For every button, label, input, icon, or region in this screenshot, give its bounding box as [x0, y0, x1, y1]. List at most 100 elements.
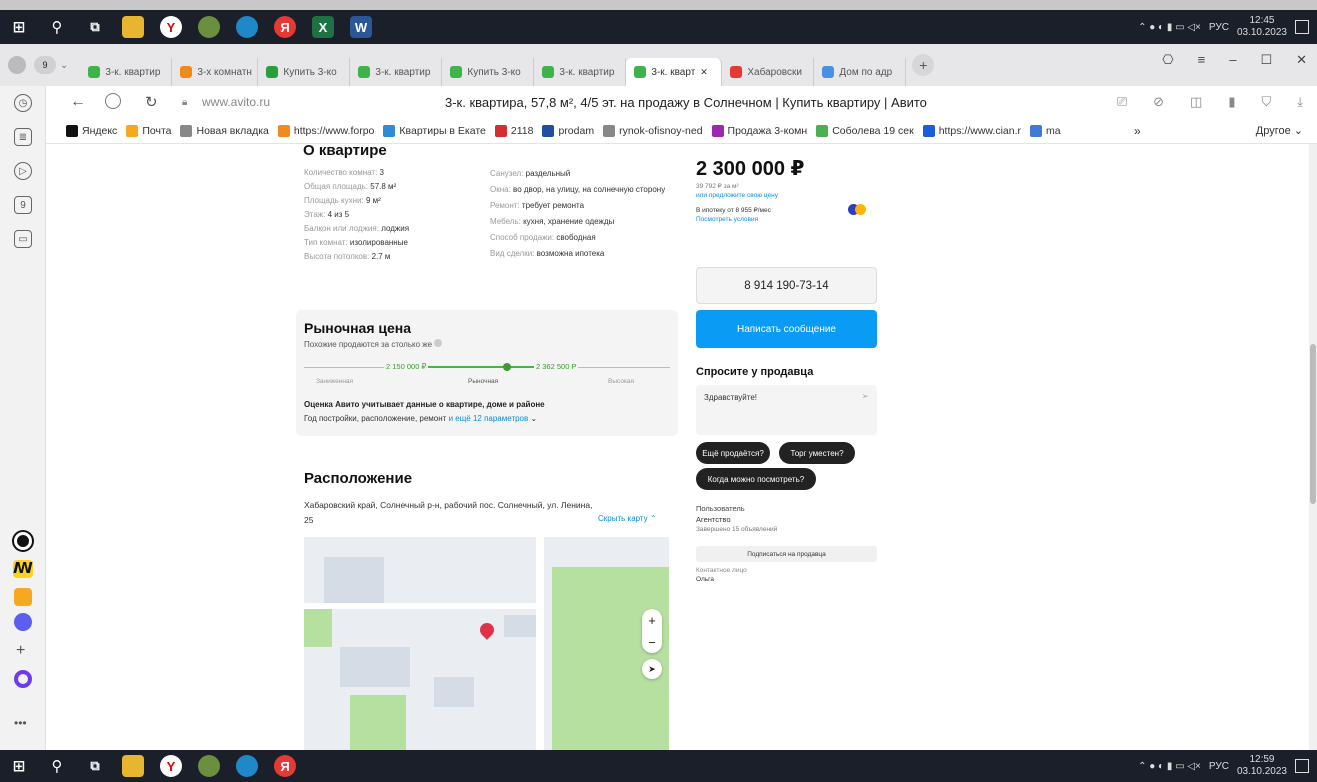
bookmark-item[interactable]: 2118	[494, 124, 533, 137]
bookmark-item[interactable]: Продажа 3-комн	[711, 124, 807, 137]
zoom-in-button[interactable]: +	[648, 613, 656, 628]
protect-icon[interactable]: ⛉	[1261, 94, 1271, 110]
bookmark-item[interactable]: Почта	[126, 124, 171, 137]
scrollbar-thumb[interactable]	[1310, 344, 1316, 504]
close-tab-icon[interactable]: ✕	[700, 67, 708, 78]
bookmarks-more-button[interactable]: »	[1134, 124, 1141, 138]
propose-price-link[interactable]: или предложите свою цену	[696, 192, 778, 199]
paint-icon[interactable]	[198, 16, 220, 38]
bookmark-item[interactable]: Соболева 19 сек	[816, 124, 914, 137]
tab-8[interactable]: Дом по адр	[814, 58, 907, 86]
input-language[interactable]: РУС	[1209, 761, 1229, 772]
windows-start-icon[interactable]: ⊞	[8, 16, 30, 38]
windows-start-icon[interactable]: ⊞	[8, 755, 30, 777]
bookmarks-other-folder[interactable]: Другое ⌄	[1256, 124, 1303, 137]
mortgage-calc-link[interactable]: Посмотреть условия	[696, 216, 758, 223]
maximize-icon[interactable]: ☐	[1260, 52, 1272, 68]
translate-icon[interactable]: ⊘	[1153, 94, 1164, 110]
bookmark-item[interactable]: ma	[1030, 124, 1061, 137]
yandex-browser-icon[interactable]: Y	[160, 16, 182, 38]
yandex-protect-icon[interactable]	[105, 93, 121, 109]
search-icon[interactable]: ⚲	[46, 755, 68, 777]
tab-counter[interactable]: 9	[34, 56, 56, 74]
profile-icon[interactable]	[8, 56, 26, 74]
sidebar-add-icon[interactable]: +	[16, 642, 25, 660]
tab-7[interactable]: Хабаровски	[722, 58, 815, 86]
hide-map-link[interactable]: Скрыть карту ⌃	[598, 514, 657, 523]
tab-2[interactable]: Купить 3-ко	[258, 58, 351, 86]
task-view-icon[interactable]: ⧉	[84, 755, 106, 777]
counter-icon[interactable]: 9	[14, 196, 32, 214]
tab-0[interactable]: 3-к. квартир	[80, 58, 173, 86]
tab-6[interactable]: 3-к. кварт ✕	[626, 58, 723, 86]
bookmark-item[interactable]: https://www.forpo	[277, 124, 374, 137]
file-explorer-icon[interactable]	[122, 755, 144, 777]
bookmark-item[interactable]: Яндекс	[66, 124, 117, 137]
clock[interactable]: 12:59 03.10.2023	[1237, 754, 1287, 778]
seller-name[interactable]: Агентство	[696, 515, 731, 524]
sidebar-messenger-icon[interactable]	[14, 613, 32, 631]
tray-icons[interactable]: ⌃ ● ◐ ▮ ▭ ◁×	[1138, 761, 1201, 772]
tab-1[interactable]: 3-х комнатн	[172, 58, 259, 86]
task-view-icon[interactable]: ⧉	[84, 16, 106, 38]
chip-bargain[interactable]: Торг уместен?	[779, 442, 855, 464]
ask-message-input[interactable]: Здравствуйте! ➢	[696, 385, 877, 435]
chip-still-selling[interactable]: Ещё продаётся?	[696, 442, 770, 464]
minimize-icon[interactable]: –	[1229, 52, 1236, 68]
back-icon[interactable]: ←	[70, 93, 86, 111]
phone-button[interactable]: 8 914 190-73-14	[696, 267, 877, 304]
play-icon[interactable]: ▷	[14, 162, 32, 180]
chip-when-view[interactable]: Когда можно посмотреть?	[696, 468, 816, 490]
history-icon[interactable]: ◷	[14, 94, 32, 112]
sidebar-more-icon[interactable]: •••	[14, 716, 27, 730]
tab-3[interactable]: 3-к. квартир	[350, 58, 443, 86]
sidebar-alice-icon[interactable]	[14, 670, 32, 688]
bookmark-item[interactable]: https://www.cian.r	[922, 124, 1021, 137]
yandex-icon[interactable]: Я	[274, 16, 296, 38]
sidebar-market-icon[interactable]: ꟿ	[13, 560, 33, 578]
map-pin-icon[interactable]	[477, 620, 497, 640]
send-icon[interactable]: ➢	[861, 391, 869, 402]
word-icon[interactable]: W	[350, 16, 372, 38]
write-message-button[interactable]: Написать сообщение	[696, 310, 877, 348]
tabs-dropdown-icon[interactable]: ⌄	[60, 60, 68, 71]
tab-5[interactable]: 3-к. квартир	[534, 58, 627, 86]
search-icon[interactable]: ⚲	[46, 16, 68, 38]
notifications-icon[interactable]	[1295, 20, 1309, 34]
sidebar-mail-icon[interactable]	[14, 588, 32, 606]
bookmark-item[interactable]: Новая вкладка	[180, 124, 269, 137]
bookmark-icon[interactable]: ▮	[1228, 94, 1235, 110]
tray-icons[interactable]: ⌃ ● ◐ ▮ ▭ ◁×	[1138, 22, 1201, 33]
input-language[interactable]: РУС	[1209, 22, 1229, 33]
geolocation-button[interactable]: ➤	[642, 659, 662, 679]
excel-icon[interactable]: X	[312, 16, 334, 38]
page-scrollbar[interactable]	[1309, 144, 1317, 750]
map[interactable]: + − ➤	[304, 537, 669, 750]
subscribe-button[interactable]: Подписаться на продавца	[696, 546, 877, 562]
edge-icon[interactable]	[236, 755, 258, 777]
yandex-browser-icon[interactable]: Y	[160, 755, 182, 777]
bookmark-item[interactable]: prodam	[542, 124, 594, 137]
screenshot-icon[interactable]: ▭	[14, 230, 32, 248]
close-window-icon[interactable]: ✕	[1296, 52, 1307, 68]
file-explorer-icon[interactable]	[122, 16, 144, 38]
tab-4[interactable]: Купить 3-ко	[442, 58, 535, 86]
url-domain[interactable]: www.avito.ru	[202, 95, 270, 109]
notifications-icon[interactable]	[1295, 759, 1309, 773]
paint-icon[interactable]	[198, 755, 220, 777]
yandex-icon[interactable]: Я	[274, 755, 296, 777]
zoom-out-button[interactable]: −	[648, 635, 656, 650]
collections-icon[interactable]: ⎔	[1162, 52, 1173, 68]
menu-icon[interactable]: ≡	[1198, 52, 1206, 68]
reader-icon[interactable]: ⎚	[1117, 94, 1127, 110]
extension-icon[interactable]: ◫	[1190, 94, 1202, 110]
info-icon[interactable]	[434, 339, 443, 347]
new-tab-button[interactable]: +	[912, 54, 935, 76]
market-more-link[interactable]: и ещё 12 параметров	[449, 414, 529, 423]
downloads-icon[interactable]: ⤓	[1297, 94, 1303, 110]
reload-icon[interactable]: ↻	[145, 93, 158, 111]
bookmark-item[interactable]: Квартиры в Екате	[383, 124, 486, 137]
clock[interactable]: 12:45 03.10.2023	[1237, 15, 1287, 39]
sidebar-app-icon[interactable]	[14, 532, 32, 550]
page-title[interactable]: 3-к. квартира, 57,8 м², 4/5 эт. на прода…	[445, 95, 927, 110]
